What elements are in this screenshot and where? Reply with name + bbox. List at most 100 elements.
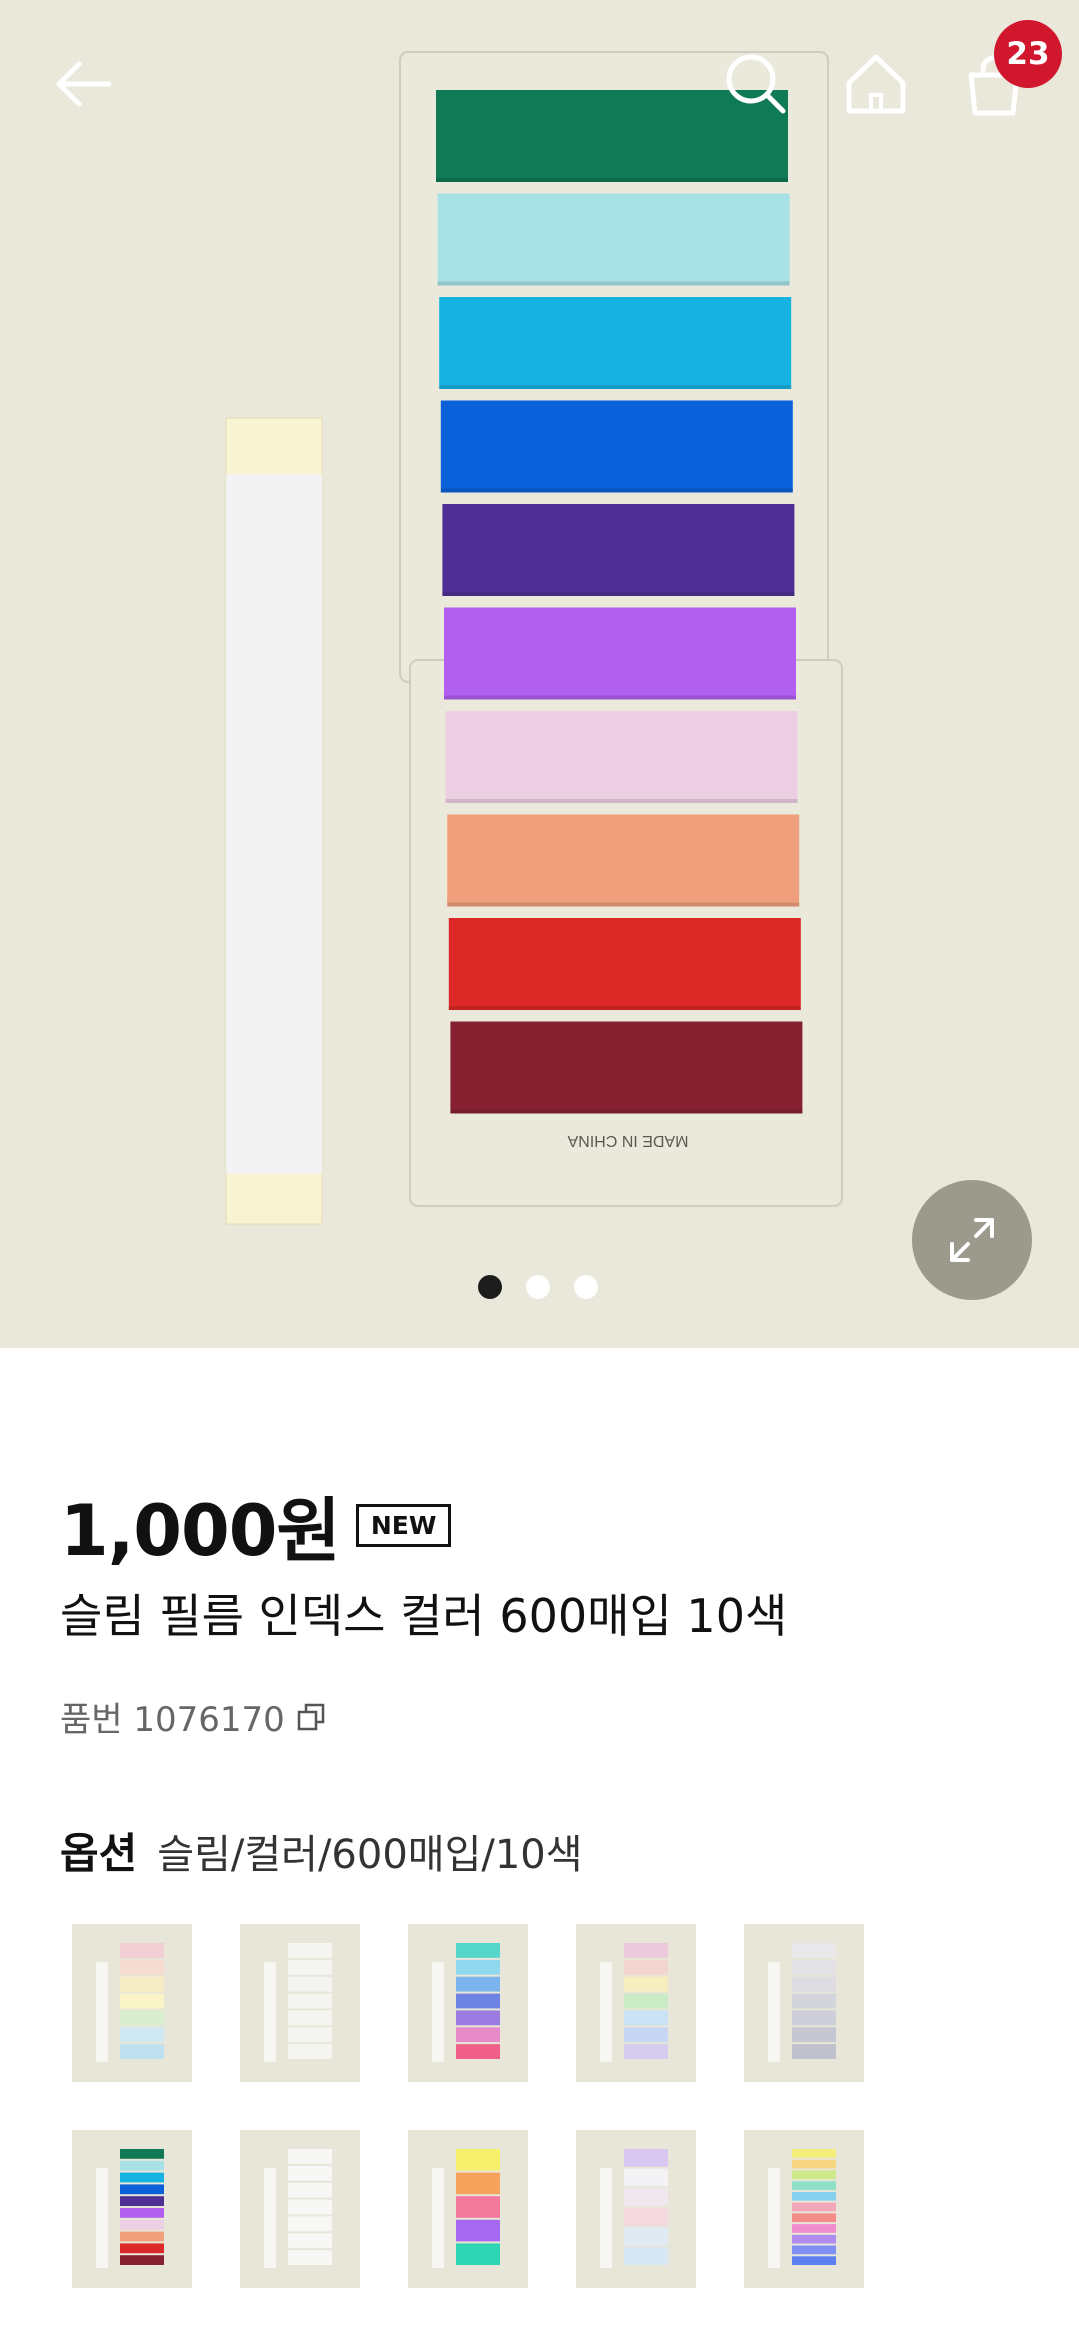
thumb-strip	[264, 2168, 276, 2268]
expand-image-button[interactable]	[912, 1180, 1032, 1300]
index-tab	[437, 193, 790, 286]
thumb-tab	[120, 1943, 164, 1958]
thumb-tab	[120, 2243, 164, 2254]
thumb-tab	[624, 2247, 668, 2265]
thumb-tab	[120, 2044, 164, 2059]
back-button[interactable]	[34, 34, 134, 134]
thumb-tab	[792, 2044, 836, 2059]
thumb-tab	[456, 2149, 500, 2171]
search-button[interactable]	[706, 34, 806, 134]
cart-count-badge: 23	[994, 20, 1062, 88]
index-tab	[440, 400, 793, 493]
thumb-tab	[792, 2159, 836, 2169]
option-thumbnail-image	[768, 2149, 836, 2268]
thumb-tab	[120, 2027, 164, 2043]
thumb-tab	[120, 2184, 164, 2195]
option-thumb-pastel-mix[interactable]	[576, 1924, 696, 2082]
index-tab	[450, 1021, 803, 1114]
thumb-strip	[264, 1962, 276, 2062]
option-thumb-gray[interactable]	[744, 1924, 864, 2082]
thumb-tab	[120, 2255, 164, 2265]
option-thumbnail-image	[432, 1943, 500, 2062]
product-title: 슬림 필름 인덱스 컬러 600매입 10색	[60, 1589, 788, 1643]
thumb-strip	[432, 2168, 444, 2268]
thumb-tab	[624, 2010, 668, 2026]
expand-icon	[950, 1218, 994, 1262]
loose-index-strip	[225, 417, 323, 1225]
option-summary: 옵션 슬림/컬러/600매입/10색	[60, 1820, 583, 1881]
thumb-tab	[456, 1976, 500, 1992]
option-thumb-color-10[interactable]	[72, 2130, 192, 2288]
option-thumb-pastel-light[interactable]	[576, 2130, 696, 2288]
thumb-strip	[96, 1962, 108, 2062]
thumb-tab	[624, 2168, 668, 2187]
index-tab	[445, 711, 798, 803]
product-image-gallery[interactable]: MADE IN CHINA 23	[0, 0, 1079, 1348]
option-thumb-white-slim[interactable]	[240, 1924, 360, 2082]
arrow-left-icon	[56, 61, 112, 107]
thumb-tab	[624, 2027, 668, 2043]
thumb-tab	[120, 2196, 164, 2206]
thumb-tab	[288, 2149, 332, 2164]
thumb-tab	[624, 1993, 668, 2009]
thumb-strip	[432, 1962, 444, 2062]
thumb-tab	[120, 2172, 164, 2183]
thumb-strip	[768, 2168, 780, 2268]
index-tab	[447, 814, 800, 907]
gallery-pagination	[478, 1275, 598, 1299]
thumb-tab	[288, 2027, 332, 2043]
thumb-tab	[120, 2149, 164, 2159]
pagination-dot[interactable]	[478, 1275, 502, 1299]
index-tab	[442, 504, 795, 596]
index-tab-shadow	[440, 488, 793, 493]
thumb-tab	[456, 1943, 500, 1958]
thumb-tab	[288, 2199, 332, 2215]
option-thumb-neon[interactable]	[408, 2130, 528, 2288]
thumb-tab	[792, 1976, 836, 1992]
home-button[interactable]	[826, 34, 926, 134]
thumb-tab	[456, 2219, 500, 2242]
pagination-dot[interactable]	[574, 1275, 598, 1299]
thumb-tab	[624, 2188, 668, 2206]
thumb-tab	[120, 2010, 164, 2026]
made-in-label: MADE IN CHINA	[567, 1132, 688, 1149]
option-thumb-white-wide[interactable]	[240, 2130, 360, 2288]
copy-icon[interactable]	[295, 1700, 329, 1734]
thumb-tab	[120, 1976, 164, 1992]
index-tab-shadow	[439, 385, 792, 389]
index-tab-shadow	[437, 281, 790, 286]
option-thumb-arrow-rainbow[interactable]	[744, 2130, 864, 2288]
thumb-tab	[792, 2170, 836, 2180]
search-icon	[726, 54, 786, 114]
product-sku: 품번 1076170	[60, 1692, 329, 1741]
thumb-tab	[120, 2231, 164, 2242]
thumb-strip	[768, 1962, 780, 2062]
option-thumbnail-image	[600, 2149, 668, 2268]
thumb-tab	[120, 2219, 164, 2230]
thumb-tab	[792, 2149, 836, 2158]
option-label: 옵션	[60, 1829, 138, 1878]
option-thumbnail-image	[264, 2149, 332, 2268]
option-thumb-pastel-pink-yellow[interactable]	[72, 1924, 192, 2082]
thumb-tab	[792, 2191, 836, 2201]
option-value: 슬림/컬러/600매입/10색	[157, 1832, 583, 1878]
thumb-tab	[792, 2234, 836, 2244]
thumb-tab	[456, 1993, 500, 2009]
thumb-tab	[456, 2196, 500, 2218]
pagination-dot[interactable]	[526, 1275, 550, 1299]
option-thumbnail-image	[264, 1943, 332, 2062]
thumb-tab	[624, 2044, 668, 2059]
thumb-tab	[624, 1976, 668, 1992]
thumb-tab	[120, 1959, 164, 1975]
option-thumb-cyan-pink[interactable]	[408, 1924, 528, 2082]
thumb-tab	[624, 1943, 668, 1958]
thumb-tab	[792, 1993, 836, 2009]
thumb-tab	[288, 1993, 332, 2009]
thumb-strip	[600, 1962, 612, 2062]
index-tab-shadow	[445, 799, 798, 803]
index-tab	[444, 607, 796, 700]
thumb-tab	[792, 2027, 836, 2043]
index-tab-shadow	[448, 1006, 801, 1010]
option-thumbnail-image	[600, 1943, 668, 2062]
thumb-tab	[120, 2160, 164, 2171]
